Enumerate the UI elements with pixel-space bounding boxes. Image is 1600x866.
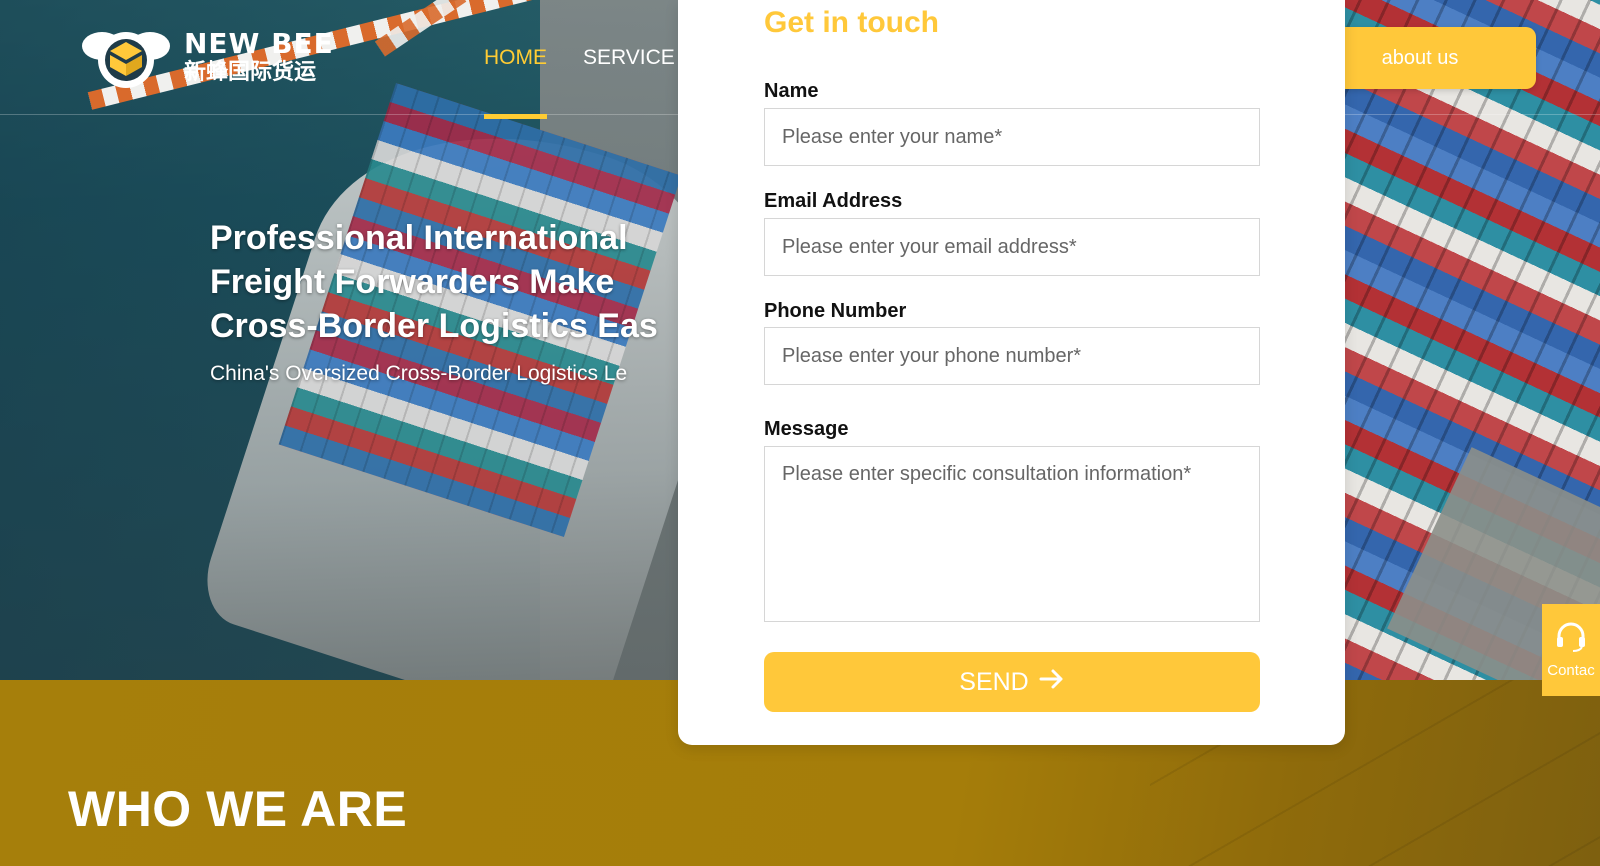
message-label: Message [764,418,849,440]
name-input[interactable] [764,108,1260,166]
contact-float-button[interactable]: Contac [1542,604,1600,696]
nav-service[interactable]: SERVICE [583,46,675,70]
who-we-are-heading: WHO WE ARE [68,781,408,837]
phone-label: Phone Number [764,300,907,322]
logo[interactable]: NEW BEE 新蜂国际货运 [80,24,334,90]
send-label: SEND [959,667,1029,696]
headset-icon [1554,622,1588,656]
logo-name-en: NEW BEE [184,27,334,60]
main-nav: HOME SERVICE [484,46,675,119]
send-button[interactable]: SEND [764,652,1260,712]
hero-title-line: Freight Forwarders Make [210,263,615,301]
hero-subtitle: China's Oversized Cross-Border Logistics… [210,362,628,385]
email-input[interactable] [764,218,1260,276]
contact-form-card: Get in touch Name Email Address Phone Nu… [678,0,1345,745]
contact-float-label: Contac [1547,661,1595,679]
logo-name-cn: 新蜂国际货运 [184,60,317,85]
form-title: Get in touch [764,6,939,39]
email-label: Email Address [764,190,903,212]
phone-input[interactable] [764,327,1260,385]
hero-title: Professional International Freight Forwa… [210,216,680,348]
hero-title-line: Cross-Border Logistics Eas [210,307,658,345]
bee-logo-icon [80,24,172,90]
hero-title-line: Professional International [210,219,628,257]
name-label: Name [764,80,819,102]
message-textarea[interactable] [764,446,1260,622]
arrow-right-icon [1039,668,1065,697]
nav-home[interactable]: HOME [484,46,547,119]
